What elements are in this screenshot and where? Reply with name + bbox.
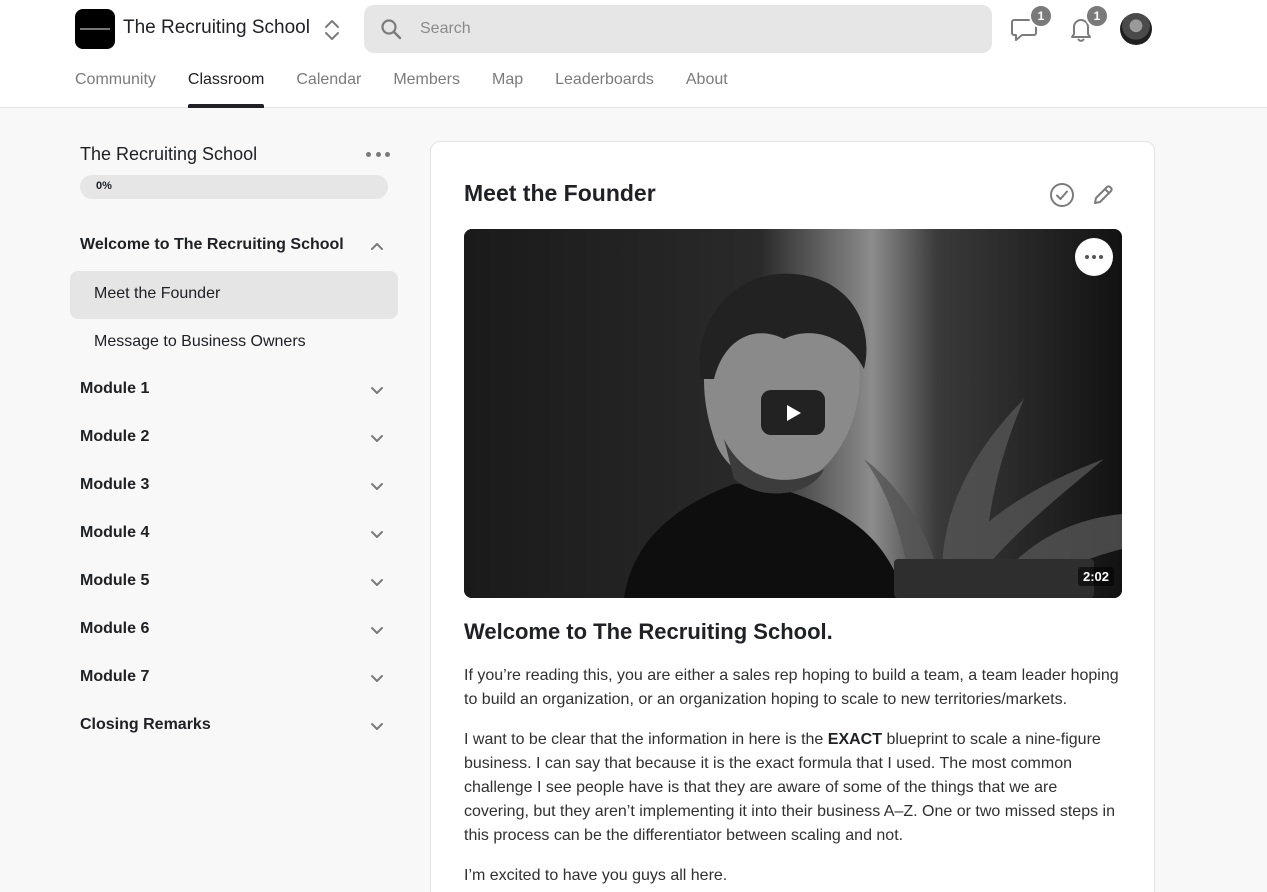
video-duration: 2:02 xyxy=(1077,567,1114,586)
section-module-2[interactable]: Module 2 xyxy=(70,414,398,462)
section-label: Module 1 xyxy=(80,380,150,397)
course-options-icon[interactable] xyxy=(366,144,390,164)
top-header: The Recruiting School 1 1 Community Clas… xyxy=(0,0,1267,108)
app-title[interactable]: The Recruiting School xyxy=(123,17,310,39)
tab-map[interactable]: Map xyxy=(492,64,523,108)
section-label: Module 7 xyxy=(80,668,150,685)
tab-classroom[interactable]: Classroom xyxy=(187,64,265,108)
section-closing-remarks[interactable]: Closing Remarks xyxy=(70,702,398,750)
tab-community[interactable]: Community xyxy=(75,64,156,108)
chevron-down-icon xyxy=(371,723,383,730)
section-label: Module 3 xyxy=(80,476,150,493)
lesson-title: Meet the Founder xyxy=(464,180,656,206)
section-label: Welcome to The Recruiting School xyxy=(80,236,344,253)
section-module-5[interactable]: Module 5 xyxy=(70,558,398,606)
lesson-meet-the-founder[interactable]: Meet the Founder xyxy=(70,271,398,319)
play-icon xyxy=(787,404,801,421)
notification-badge: 1 xyxy=(1085,4,1109,28)
emphasis-text: EXACT xyxy=(827,731,882,748)
section-label: Closing Remarks xyxy=(80,716,211,733)
section-label: Module 4 xyxy=(80,524,150,541)
play-button[interactable] xyxy=(761,390,825,435)
lesson-message-to-business-owners[interactable]: Message to Business Owners xyxy=(70,319,398,367)
check-circle-icon[interactable] xyxy=(1049,182,1075,208)
chevron-down-icon xyxy=(371,627,383,634)
search-box[interactable] xyxy=(364,5,992,53)
lesson-paragraph-1: If you’re reading this, you are either a… xyxy=(464,667,1119,708)
brand-logo[interactable] xyxy=(75,9,115,49)
section-module-1[interactable]: Module 1 xyxy=(70,366,398,414)
tab-about[interactable]: About xyxy=(686,64,728,108)
lesson-paragraph-3: I’m excited to have you guys all here. xyxy=(464,867,728,884)
section-label: Module 6 xyxy=(80,620,150,637)
chevron-down-icon xyxy=(371,675,383,682)
chevron-down-icon xyxy=(371,387,383,394)
logo-mark xyxy=(80,28,110,30)
course-progress-bar: 0% xyxy=(80,175,388,199)
chevron-down-icon xyxy=(371,531,383,538)
lesson-card: Meet the Founder 2:02 Welcome to The Rec… xyxy=(430,141,1155,892)
pencil-icon[interactable] xyxy=(1091,183,1115,207)
progress-label: 0% xyxy=(96,180,112,192)
tab-leaderboards[interactable]: Leaderboards xyxy=(555,64,654,108)
chat-button[interactable]: 1 xyxy=(1010,4,1053,44)
lesson-paragraph-2: I want to be clear that the information … xyxy=(464,728,1124,848)
chevron-up-down-icon[interactable] xyxy=(322,18,342,42)
lesson-label: Message to Business Owners xyxy=(94,333,306,350)
nav-tabs: Community Classroom Calendar Members Map… xyxy=(75,64,760,108)
video-options-icon[interactable] xyxy=(1075,238,1113,276)
chevron-up-icon xyxy=(371,243,383,250)
video-player[interactable]: 2:02 xyxy=(464,229,1122,598)
section-module-7[interactable]: Module 7 xyxy=(70,654,398,702)
search-icon xyxy=(381,19,402,40)
chevron-down-icon xyxy=(371,435,383,442)
notifications-button[interactable]: 1 xyxy=(1066,4,1109,44)
lesson-label: Meet the Founder xyxy=(94,285,221,302)
tab-members[interactable]: Members xyxy=(393,64,460,108)
section-module-3[interactable]: Module 3 xyxy=(70,462,398,510)
paragraph-text: I want to be clear that the information … xyxy=(464,731,828,748)
section-module-4[interactable]: Module 4 xyxy=(70,510,398,558)
chevron-down-icon xyxy=(371,483,383,490)
course-title: The Recruiting School xyxy=(80,144,258,164)
avatar[interactable] xyxy=(1120,13,1152,45)
section-label: Module 5 xyxy=(80,572,150,589)
lesson-heading: Welcome to The Recruiting School. xyxy=(464,619,833,644)
section-module-6[interactable]: Module 6 xyxy=(70,606,398,654)
section-label: Module 2 xyxy=(80,428,150,445)
search-input[interactable] xyxy=(420,5,970,53)
chevron-down-icon xyxy=(371,579,383,586)
chat-badge: 1 xyxy=(1029,4,1053,28)
section-welcome[interactable]: Welcome to The Recruiting School xyxy=(70,222,398,270)
tab-calendar[interactable]: Calendar xyxy=(296,64,361,108)
